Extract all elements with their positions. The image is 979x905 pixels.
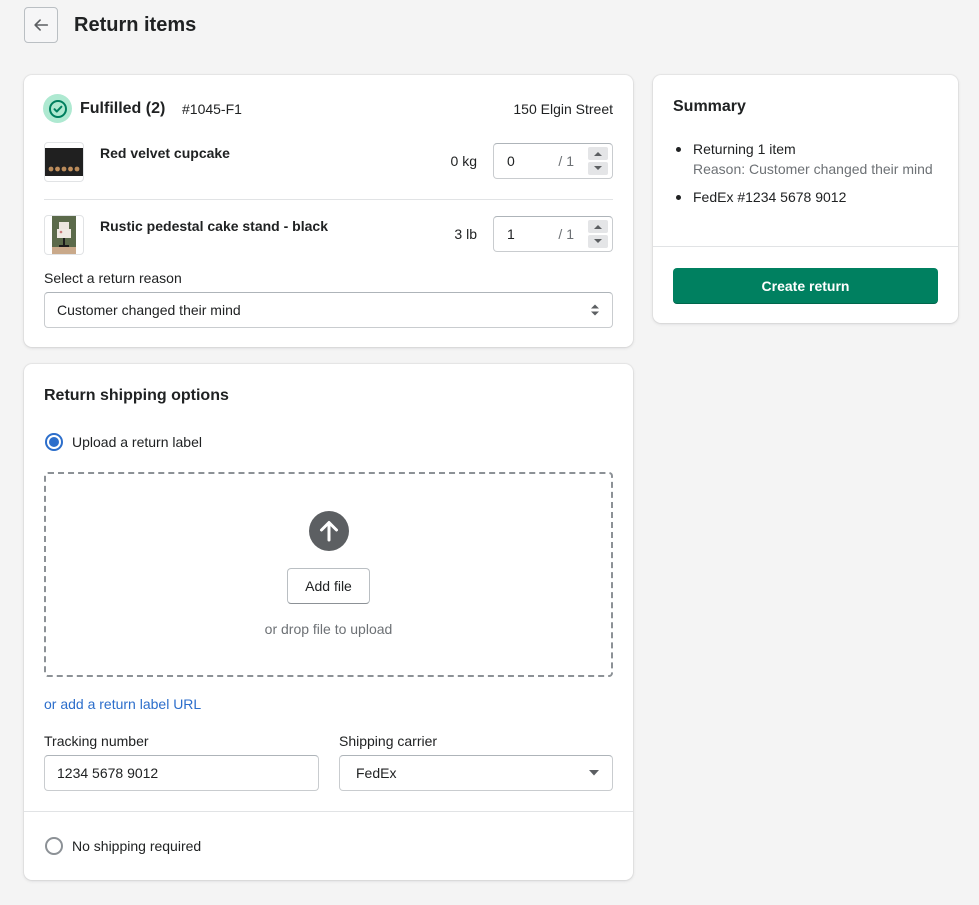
upload-arrow-icon [309, 511, 349, 551]
shipping-divider [24, 811, 633, 812]
arrow-left-icon [34, 19, 49, 31]
page-title: Return items [74, 14, 197, 36]
shipping-carrier-label: Shipping carrier [339, 733, 438, 749]
shipping-carrier-value: FedEx [356, 765, 397, 781]
cupcake-image [44, 142, 84, 182]
item-weight: 3 lb [454, 226, 477, 242]
caret-down-icon [589, 770, 599, 776]
summary-divider [653, 246, 958, 247]
summary-title: Summary [673, 98, 746, 115]
no-shipping-option[interactable]: No shipping required [72, 838, 201, 854]
return-reason-select[interactable]: Customer changed their mind [44, 292, 613, 328]
select-arrows-icon [591, 304, 599, 316]
add-file-button[interactable]: Add file [287, 568, 370, 604]
item-weight: 0 kg [450, 153, 477, 169]
quantity-stepper[interactable]: 0 / 1 [493, 143, 613, 179]
increment-button[interactable] [588, 220, 608, 233]
fulfillment-id: #1045-F1 [182, 101, 242, 117]
tracking-number-label: Tracking number [44, 733, 149, 749]
caret-up-icon [594, 152, 602, 156]
summary-card: Summary Returning 1 item Reason: Custome… [653, 75, 958, 323]
fulfillment-location: 150 Elgin Street [513, 101, 613, 117]
increment-button[interactable] [588, 147, 608, 160]
fulfillment-status-title: Fulfilled (2) [80, 100, 166, 117]
decrement-button[interactable] [588, 235, 608, 248]
item-name: Red velvet cupcake [100, 145, 230, 161]
returning-count: Returning 1 item [693, 141, 796, 157]
upload-label-radio[interactable] [45, 433, 63, 451]
return-reason-value: Customer changed their mind [57, 302, 241, 318]
back-button[interactable] [24, 7, 58, 43]
return-reason-summary: Reason: Customer changed their mind [693, 161, 933, 177]
return-shipping-card: Return shipping options Upload a return … [24, 364, 633, 880]
quantity-max: / 1 [558, 153, 574, 169]
quantity-max: / 1 [558, 226, 574, 242]
check-circle-icon [43, 94, 72, 123]
fulfilled-items-card: Fulfilled (2) #1045-F1 150 Elgin Street … [24, 75, 633, 347]
return-reason-label: Select a return reason [44, 270, 182, 286]
quantity-value[interactable]: 0 [494, 153, 558, 169]
no-shipping-radio[interactable] [45, 837, 63, 855]
quantity-value[interactable]: 1 [494, 226, 558, 242]
upload-label-option[interactable]: Upload a return label [72, 434, 202, 450]
item-divider [44, 199, 613, 200]
item-name: Rustic pedestal cake stand - black [100, 218, 328, 234]
decrement-button[interactable] [588, 162, 608, 175]
tracking-number-input[interactable] [44, 755, 319, 791]
drop-hint: or drop file to upload [264, 621, 393, 637]
summary-item-tracking: FedEx #1234 5678 9012 [673, 187, 943, 207]
caret-down-icon [594, 166, 602, 170]
caret-down-icon [594, 239, 602, 243]
shipping-carrier-select[interactable]: FedEx [339, 755, 613, 791]
create-return-button[interactable]: Create return [673, 268, 938, 304]
file-dropzone[interactable]: Add file or drop file to upload [44, 472, 613, 677]
caret-up-icon [594, 225, 602, 229]
summary-list: Returning 1 item Reason: Customer change… [673, 139, 943, 215]
tracking-summary: FedEx #1234 5678 9012 [693, 189, 847, 205]
cake-stand-image [44, 215, 84, 255]
quantity-stepper[interactable]: 1 / 1 [493, 216, 613, 252]
shipping-section-title: Return shipping options [44, 387, 229, 404]
summary-item-returning: Returning 1 item Reason: Customer change… [673, 139, 943, 179]
add-label-url-link[interactable]: or add a return label URL [44, 696, 201, 712]
